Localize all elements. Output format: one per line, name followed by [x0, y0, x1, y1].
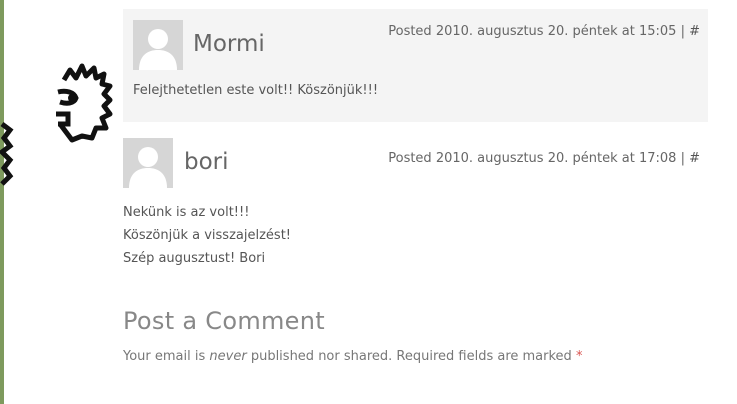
notice-text: Your email is — [123, 349, 206, 364]
comment-meta: Posted 2010. augusztus 20. péntek at 17:… — [388, 151, 700, 166]
required-asterisk: * — [575, 349, 583, 364]
comment-item: Mormi Posted 2010. augusztus 20. péntek … — [123, 9, 708, 122]
notice-text: published nor shared. Required fields ar… — [250, 349, 572, 364]
comment-line: Szép augusztust! Bori — [123, 251, 266, 266]
doodle-fragment-icon — [0, 122, 14, 186]
comment-author[interactable]: bori — [184, 149, 229, 175]
default-avatar-icon — [123, 138, 173, 188]
post-comment-heading: Post a Comment — [123, 307, 325, 335]
notice-emphasis: never — [209, 349, 247, 364]
doodle-face-icon — [56, 63, 113, 143]
meta-separator: | — [680, 151, 685, 166]
comment-meta: Posted 2010. augusztus 20. péntek at 15:… — [388, 24, 700, 39]
permalink-link[interactable]: # — [689, 151, 700, 166]
sidebar-border — [0, 0, 4, 404]
comment-text: Felejthetetlen este volt!! Köszönjük!!! — [133, 83, 379, 98]
comment-line: Köszönjük a visszajelzést! — [123, 228, 291, 243]
meta-separator: | — [680, 24, 685, 39]
default-avatar-icon — [133, 20, 183, 70]
comment-text: Nekünk is az volt!!! Köszönjük a visszaj… — [123, 201, 291, 270]
permalink-link[interactable]: # — [689, 24, 700, 39]
comment-date: Posted 2010. augusztus 20. péntek at 17:… — [388, 151, 677, 166]
comment-line: Nekünk is az volt!!! — [123, 205, 250, 220]
comment-author[interactable]: Mormi — [193, 31, 265, 57]
comment-date: Posted 2010. augusztus 20. péntek at 15:… — [388, 24, 677, 39]
privacy-notice: Your email is never published nor shared… — [123, 349, 582, 364]
